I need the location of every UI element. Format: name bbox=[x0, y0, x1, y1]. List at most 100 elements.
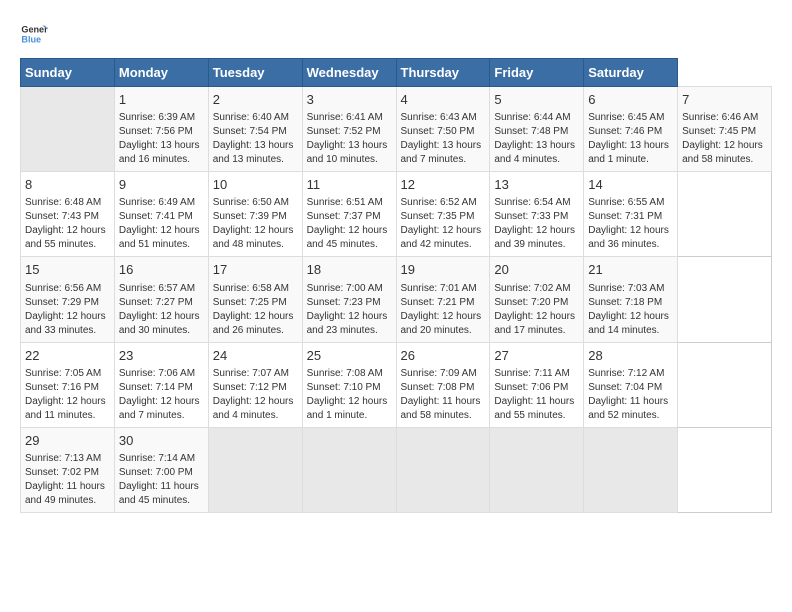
empty-cell bbox=[21, 87, 115, 172]
day-cell-1: 1Sunrise: 6:39 AM Sunset: 7:56 PM Daylig… bbox=[114, 87, 208, 172]
day-number: 13 bbox=[494, 176, 579, 194]
day-info: Sunrise: 6:41 AM Sunset: 7:52 PM Dayligh… bbox=[307, 111, 392, 167]
day-info: Sunrise: 6:44 AM Sunset: 7:48 PM Dayligh… bbox=[494, 111, 579, 167]
day-cell-8: 8 Sunrise: 6:48 AM Sunset: 7:43 PM Daylig… bbox=[21, 172, 115, 257]
calendar-week-2: 8 Sunrise: 6:48 AM Sunset: 7:43 PM Daylig… bbox=[21, 172, 772, 257]
page-header: General Blue bbox=[20, 20, 772, 48]
day-info: Sunrise: 6:50 AM Sunset: 7:39 PM Dayligh… bbox=[213, 196, 298, 252]
day-cell-26: 26Sunrise: 7:09 AM Sunset: 7:08 PM Dayli… bbox=[396, 342, 490, 427]
day-number: 10 bbox=[213, 176, 298, 194]
day-cell-13: 13 Sunrise: 6:54 AM Sunset: 7:33 PM Dayli… bbox=[490, 172, 584, 257]
calendar-header: SundayMondayTuesdayWednesdayThursdayFrid… bbox=[21, 59, 772, 87]
day-cell-4: 4 Sunrise: 6:43 AM Sunset: 7:50 PM Daylig… bbox=[396, 87, 490, 172]
day-info: Sunrise: 7:08 AM Sunset: 7:10 PM Dayligh… bbox=[307, 367, 392, 423]
day-number: 15 bbox=[25, 261, 110, 279]
day-cell-17: 17 Sunrise: 6:58 AM Sunset: 7:25 PM Dayli… bbox=[208, 257, 302, 342]
day-number: 7 bbox=[682, 91, 767, 109]
day-info: Sunrise: 6:46 AM Sunset: 7:45 PM Dayligh… bbox=[682, 111, 767, 167]
calendar-week-1: 1Sunrise: 6:39 AM Sunset: 7:56 PM Daylig… bbox=[21, 87, 772, 172]
day-number: 5 bbox=[494, 91, 579, 109]
empty-cell bbox=[584, 427, 678, 512]
day-cell-5: 5 Sunrise: 6:44 AM Sunset: 7:48 PM Daylig… bbox=[490, 87, 584, 172]
day-info: Sunrise: 7:07 AM Sunset: 7:12 PM Dayligh… bbox=[213, 367, 298, 423]
day-number: 24 bbox=[213, 347, 298, 365]
day-info: Sunrise: 7:12 AM Sunset: 7:04 PM Dayligh… bbox=[588, 367, 673, 423]
day-info: Sunrise: 7:11 AM Sunset: 7:06 PM Dayligh… bbox=[494, 367, 579, 423]
day-cell-24: 24 Sunrise: 7:07 AM Sunset: 7:12 PM Dayli… bbox=[208, 342, 302, 427]
day-info: Sunrise: 7:05 AM Sunset: 7:16 PM Dayligh… bbox=[25, 367, 110, 423]
day-info: Sunrise: 6:39 AM Sunset: 7:56 PM Dayligh… bbox=[119, 111, 204, 167]
day-number: 27 bbox=[494, 347, 579, 365]
day-number: 4 bbox=[401, 91, 486, 109]
day-cell-12: 12 Sunrise: 6:52 AM Sunset: 7:35 PM Dayli… bbox=[396, 172, 490, 257]
day-number: 9 bbox=[119, 176, 204, 194]
day-info: Sunrise: 6:52 AM Sunset: 7:35 PM Dayligh… bbox=[401, 196, 486, 252]
day-info: Sunrise: 7:00 AM Sunset: 7:23 PM Dayligh… bbox=[307, 282, 392, 338]
day-number: 25 bbox=[307, 347, 392, 365]
calendar-week-4: 22 Sunrise: 7:05 AM Sunset: 7:16 PM Dayli… bbox=[21, 342, 772, 427]
day-info: Sunrise: 6:43 AM Sunset: 7:50 PM Dayligh… bbox=[401, 111, 486, 167]
day-info: Sunrise: 6:51 AM Sunset: 7:37 PM Dayligh… bbox=[307, 196, 392, 252]
day-info: Sunrise: 6:40 AM Sunset: 7:54 PM Dayligh… bbox=[213, 111, 298, 167]
day-info: Sunrise: 7:03 AM Sunset: 7:18 PM Dayligh… bbox=[588, 282, 673, 338]
day-info: Sunrise: 6:48 AM Sunset: 7:43 PM Dayligh… bbox=[25, 196, 110, 252]
day-cell-25: 25 Sunrise: 7:08 AM Sunset: 7:10 PM Dayli… bbox=[302, 342, 396, 427]
day-info: Sunrise: 7:14 AM Sunset: 7:00 PM Dayligh… bbox=[119, 452, 204, 508]
day-number: 17 bbox=[213, 261, 298, 279]
day-info: Sunrise: 6:49 AM Sunset: 7:41 PM Dayligh… bbox=[119, 196, 204, 252]
day-info: Sunrise: 6:57 AM Sunset: 7:27 PM Dayligh… bbox=[119, 282, 204, 338]
day-cell-20: 20 Sunrise: 7:02 AM Sunset: 7:20 PM Dayli… bbox=[490, 257, 584, 342]
day-info: Sunrise: 7:01 AM Sunset: 7:21 PM Dayligh… bbox=[401, 282, 486, 338]
day-cell-15: 15Sunrise: 6:56 AM Sunset: 7:29 PM Dayli… bbox=[21, 257, 115, 342]
day-header-thursday: Thursday bbox=[396, 59, 490, 87]
day-number: 18 bbox=[307, 261, 392, 279]
day-info: Sunrise: 7:06 AM Sunset: 7:14 PM Dayligh… bbox=[119, 367, 204, 423]
day-info: Sunrise: 6:54 AM Sunset: 7:33 PM Dayligh… bbox=[494, 196, 579, 252]
day-number: 22 bbox=[25, 347, 110, 365]
day-cell-10: 10 Sunrise: 6:50 AM Sunset: 7:39 PM Dayli… bbox=[208, 172, 302, 257]
day-cell-7: 7 Sunrise: 6:46 AM Sunset: 7:45 PM Daylig… bbox=[678, 87, 772, 172]
day-number: 21 bbox=[588, 261, 673, 279]
empty-cell bbox=[208, 427, 302, 512]
day-info: Sunrise: 7:09 AM Sunset: 7:08 PM Dayligh… bbox=[401, 367, 486, 423]
day-number: 28 bbox=[588, 347, 673, 365]
day-number: 20 bbox=[494, 261, 579, 279]
day-info: Sunrise: 7:02 AM Sunset: 7:20 PM Dayligh… bbox=[494, 282, 579, 338]
day-header-saturday: Saturday bbox=[584, 59, 678, 87]
day-number: 14 bbox=[588, 176, 673, 194]
empty-cell bbox=[396, 427, 490, 512]
day-header-monday: Monday bbox=[114, 59, 208, 87]
day-cell-27: 27 Sunrise: 7:11 AM Sunset: 7:06 PM Dayli… bbox=[490, 342, 584, 427]
day-cell-21: 21 Sunrise: 7:03 AM Sunset: 7:18 PM Dayli… bbox=[584, 257, 678, 342]
day-number: 11 bbox=[307, 176, 392, 194]
day-cell-9: 9 Sunrise: 6:49 AM Sunset: 7:41 PM Daylig… bbox=[114, 172, 208, 257]
day-cell-14: 14 Sunrise: 6:55 AM Sunset: 7:31 PM Dayli… bbox=[584, 172, 678, 257]
day-header-tuesday: Tuesday bbox=[208, 59, 302, 87]
day-info: Sunrise: 6:55 AM Sunset: 7:31 PM Dayligh… bbox=[588, 196, 673, 252]
day-info: Sunrise: 7:13 AM Sunset: 7:02 PM Dayligh… bbox=[25, 452, 110, 508]
day-cell-2: 2 Sunrise: 6:40 AM Sunset: 7:54 PM Daylig… bbox=[208, 87, 302, 172]
svg-text:Blue: Blue bbox=[21, 34, 41, 44]
empty-cell bbox=[302, 427, 396, 512]
day-cell-6: 6Sunrise: 6:45 AM Sunset: 7:46 PM Daylig… bbox=[584, 87, 678, 172]
day-cell-22: 22 Sunrise: 7:05 AM Sunset: 7:16 PM Dayli… bbox=[21, 342, 115, 427]
day-cell-11: 11 Sunrise: 6:51 AM Sunset: 7:37 PM Dayli… bbox=[302, 172, 396, 257]
logo: General Blue bbox=[20, 20, 52, 48]
day-cell-19: 19 Sunrise: 7:01 AM Sunset: 7:21 PM Dayli… bbox=[396, 257, 490, 342]
day-number: 30 bbox=[119, 432, 204, 450]
day-cell-29: 29 Sunrise: 7:13 AM Sunset: 7:02 PM Dayli… bbox=[21, 427, 115, 512]
day-cell-23: 23Sunrise: 7:06 AM Sunset: 7:14 PM Dayli… bbox=[114, 342, 208, 427]
day-info: Sunrise: 6:45 AM Sunset: 7:46 PM Dayligh… bbox=[588, 111, 673, 167]
day-number: 19 bbox=[401, 261, 486, 279]
day-cell-30: 30 Sunrise: 7:14 AM Sunset: 7:00 PM Dayli… bbox=[114, 427, 208, 512]
day-info: Sunrise: 6:58 AM Sunset: 7:25 PM Dayligh… bbox=[213, 282, 298, 338]
day-number: 16 bbox=[119, 261, 204, 279]
day-header-wednesday: Wednesday bbox=[302, 59, 396, 87]
day-number: 12 bbox=[401, 176, 486, 194]
day-number: 8 bbox=[25, 176, 110, 194]
day-number: 2 bbox=[213, 91, 298, 109]
day-number: 29 bbox=[25, 432, 110, 450]
day-cell-28: 28 Sunrise: 7:12 AM Sunset: 7:04 PM Dayli… bbox=[584, 342, 678, 427]
calendar-table: SundayMondayTuesdayWednesdayThursdayFrid… bbox=[20, 58, 772, 513]
empty-cell bbox=[490, 427, 584, 512]
